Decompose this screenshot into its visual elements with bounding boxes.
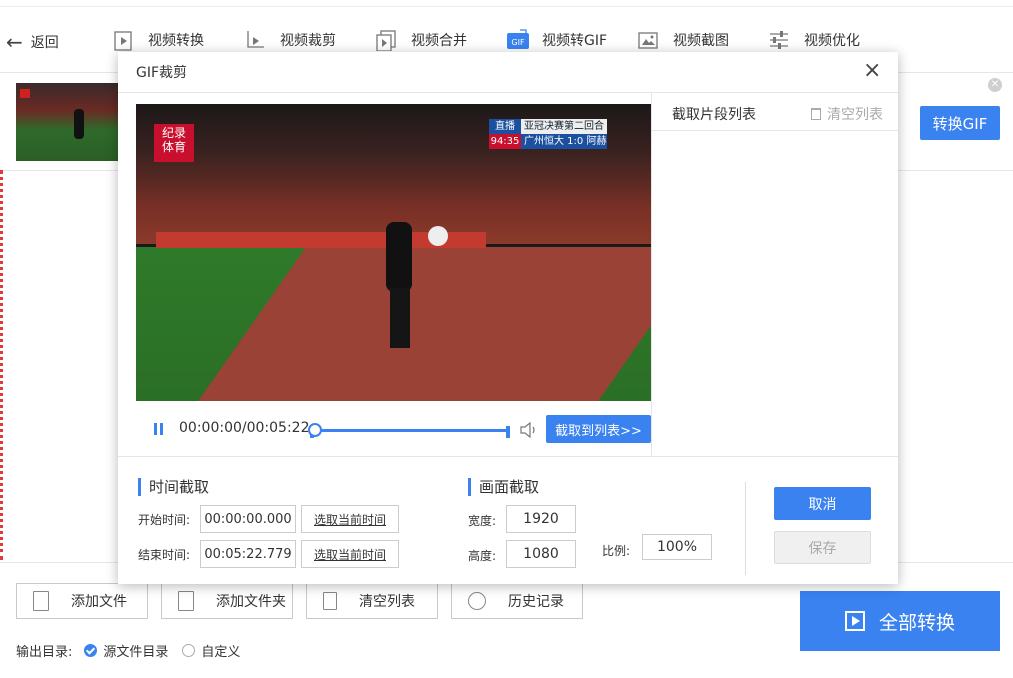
video-merge-icon [375,29,397,52]
ratio-label: 比例: [602,544,631,558]
nav-label: 视频转GIF [542,33,608,49]
nav-label: 视频合并 [411,33,467,49]
gif-icon: GIF [506,29,529,51]
playhead-knob[interactable] [308,423,322,437]
player-legs [390,288,410,348]
video-thumbnail[interactable] [16,83,128,161]
player-body [386,222,412,292]
save-button[interactable]: 保存 [774,531,871,564]
nav-label: 视频截图 [673,33,729,49]
svg-text:GIF: GIF [511,38,525,47]
section-divider [118,456,898,457]
thumbnail-logo [20,89,30,98]
live-badge: 直播 [489,119,521,134]
output-label: 输出目录: [16,645,73,660]
nav-video-merge[interactable]: 视频合并 [375,28,467,52]
trash-icon [323,592,337,610]
nav-video-gif[interactable]: GIF 视频转GIF [506,28,607,52]
timeline-rail [310,429,510,432]
add-file-button[interactable]: 添加文件 [16,583,148,619]
logo-line1: 纪录 [161,126,186,140]
radio-source-dir[interactable] [84,644,98,657]
frame-section-title: 画面截取 [468,478,539,496]
pause-icon[interactable] [152,422,164,436]
segment-list-title: 截取片段列表 [672,107,756,123]
play-icon [844,611,865,631]
trim-end-handle[interactable] [506,426,510,438]
gif-crop-dialog: GIF裁剪 × 纪录 体育 直播 亚冠决赛第二回合 94:35 广州恒大 1:0… [118,52,898,584]
end-time-input[interactable]: 00:05:22.779 [200,540,296,568]
output-directory: 输出目录: 源文件目录 自定义 [16,641,240,660]
video-preview[interactable]: 纪录 体育 直播 亚冠决赛第二回合 94:35 广州恒大 1:0 阿赫利 [136,104,651,401]
remove-item-icon[interactable]: ✕ [988,78,1002,92]
segment-list-panel [651,93,899,456]
screenshot-icon [637,29,659,51]
clear-segments-button[interactable]: 清空列表 [811,104,883,124]
nav-video-screenshot[interactable]: 视频截图 [637,28,729,52]
video-convert-icon [112,29,134,51]
source-dir-label[interactable]: 源文件目录 [103,641,168,660]
start-time-input[interactable]: 00:00:00.000 [200,505,296,533]
add-folder-button[interactable]: 添加文件夹 [161,583,293,619]
history-label: 历史记录 [508,594,564,610]
custom-dir-label[interactable]: 自定义 [201,641,240,660]
width-label: 宽度: [468,514,497,528]
ratio-input[interactable]: 100% [642,534,712,560]
video-crop-icon [244,29,266,51]
nav-label: 视频优化 [804,33,860,49]
optimize-icon [768,29,790,51]
time-section-title: 时间截取 [138,478,209,496]
segment-list-divider [651,130,898,131]
back-button[interactable]: ← 返回 [6,30,59,54]
logo-line2: 体育 [161,140,186,154]
width-input[interactable]: 1920 [506,505,576,533]
clear-segments-label: 清空列表 [827,107,883,123]
convert-all-label: 全部转换 [878,611,955,634]
score-overlay: 直播 亚冠决赛第二回合 94:35 广州恒大 1:0 阿赫利 [489,119,609,151]
thumbnail-player [74,109,84,139]
close-icon[interactable]: × [863,60,881,82]
video-player-figure [378,212,418,362]
channel-logo: 纪录 体育 [154,124,194,162]
nav-video-optimize[interactable]: 视频优化 [768,28,860,52]
add-folder-icon [178,591,194,611]
match-title: 亚冠决赛第二回合 [521,119,607,134]
convert-all-button[interactable]: 全部转换 [800,591,1000,651]
clear-list-label: 清空列表 [359,594,415,610]
clock-icon [468,592,486,610]
pick-end-time-button[interactable]: 选取当前时间 [301,540,399,568]
match-score: 广州恒大 1:0 阿赫利 [521,134,607,149]
video-ball [428,226,448,246]
add-file-label: 添加文件 [71,594,127,610]
radio-custom-dir[interactable] [182,644,196,657]
nav-video-crop[interactable]: 视频裁剪 [244,28,336,52]
volume-icon[interactable] [520,421,538,442]
trash-icon [811,108,821,120]
convert-gif-button[interactable]: 转换GIF [920,106,1000,140]
height-input[interactable]: 1080 [506,540,576,568]
height-label: 高度: [468,549,497,563]
back-label: 返回 [30,35,59,51]
nav-label: 视频裁剪 [280,33,336,49]
clear-list-button[interactable]: 清空列表 [306,583,438,619]
start-time-label: 开始时间: [138,513,191,527]
action-divider [745,482,746,575]
add-file-icon [33,591,49,611]
nav-video-convert[interactable]: 视频转换 [112,28,204,52]
timeline-slider[interactable] [308,423,510,438]
top-divider [0,6,1013,7]
history-button[interactable]: 历史记录 [451,583,583,619]
clip-to-list-button[interactable]: 截取到列表>> [546,415,651,443]
arrow-left-icon: ← [6,30,23,54]
nav-label: 视频转换 [148,33,204,49]
playback-timecode: 00:00:00/00:05:22 [179,420,310,436]
add-folder-label: 添加文件夹 [216,594,286,610]
pick-start-time-button[interactable]: 选取当前时间 [301,505,399,533]
end-time-label: 结束时间: [138,548,191,562]
cancel-button[interactable]: 取消 [774,487,871,520]
dialog-title: GIF裁剪 [136,65,188,81]
drop-indicator [0,170,6,560]
match-clock: 94:35 [489,134,521,149]
